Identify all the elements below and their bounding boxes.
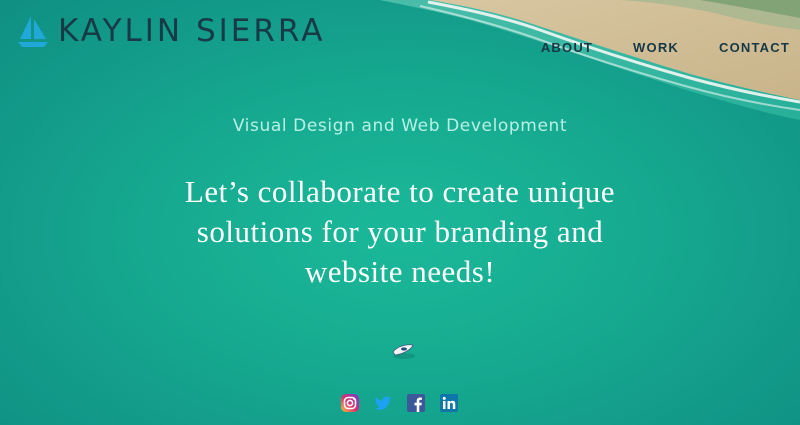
hero-headline: Let’s collaborate to create unique solut… bbox=[184, 174, 616, 289]
twitter-icon[interactable] bbox=[374, 394, 392, 412]
hero-section: KAYLIN SIERRA ABOUT WORK CONTACT Visual … bbox=[0, 0, 800, 425]
nav-contact-link[interactable]: CONTACT bbox=[719, 40, 790, 55]
facebook-icon[interactable] bbox=[407, 394, 425, 412]
linkedin-icon[interactable] bbox=[440, 394, 458, 412]
brand-name: KAYLIN SIERRA bbox=[58, 12, 326, 49]
hero-tagline: Visual Design and Web Development bbox=[232, 116, 568, 136]
instagram-icon[interactable] bbox=[341, 394, 359, 412]
brand-logo[interactable]: KAYLIN SIERRA bbox=[16, 14, 325, 48]
nav-about-link[interactable]: ABOUT bbox=[541, 40, 593, 55]
social-links bbox=[341, 394, 458, 412]
sailboat-icon bbox=[18, 16, 48, 47]
boat-image bbox=[392, 344, 415, 359]
nav-work-link[interactable]: WORK bbox=[633, 40, 679, 55]
main-nav: ABOUT WORK CONTACT bbox=[541, 40, 790, 55]
